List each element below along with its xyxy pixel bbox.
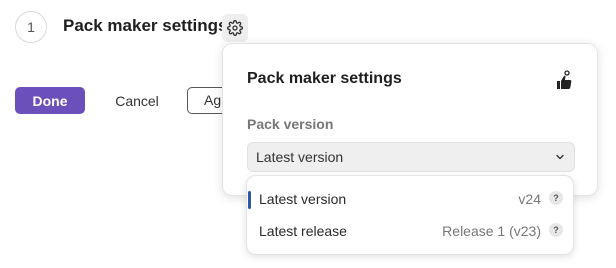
pack-version-label: Pack version bbox=[247, 116, 334, 132]
pack-version-dropdown: Latest version v24 ? Latest release Rele… bbox=[246, 175, 574, 255]
help-icon[interactable]: ? bbox=[549, 191, 563, 205]
settings-button[interactable] bbox=[222, 14, 248, 42]
pack-settings-popover: Pack maker settings Pack version Latest … bbox=[222, 43, 598, 196]
option-version: Release 1 (v23) bbox=[442, 223, 541, 239]
cancel-button[interactable]: Cancel bbox=[107, 87, 167, 114]
thumbs-up-icon bbox=[557, 70, 572, 89]
dropdown-option-latest-version[interactable]: Latest version v24 ? bbox=[247, 184, 575, 214]
step-number: 1 bbox=[27, 19, 35, 35]
gear-icon bbox=[227, 20, 243, 36]
chevron-down-icon bbox=[556, 154, 564, 160]
pack-version-select[interactable]: Latest version bbox=[247, 142, 575, 172]
pack-version-selected-value: Latest version bbox=[256, 149, 344, 165]
popover-title: Pack maker settings bbox=[247, 70, 402, 87]
option-version: v24 bbox=[518, 191, 541, 207]
selected-indicator bbox=[248, 191, 251, 209]
option-label: Latest version bbox=[259, 191, 347, 207]
help-icon[interactable]: ? bbox=[549, 223, 563, 237]
option-label: Latest release bbox=[259, 223, 347, 239]
step-title: Pack maker settings bbox=[63, 16, 228, 35]
dropdown-option-latest-release[interactable]: Latest release Release 1 (v23) ? bbox=[247, 216, 575, 246]
done-button[interactable]: Done bbox=[15, 87, 85, 114]
pack-settings-view: 1 Pack maker settings Done Cancel Ag Pac… bbox=[0, 0, 616, 268]
step-number-badge: 1 bbox=[15, 11, 47, 43]
